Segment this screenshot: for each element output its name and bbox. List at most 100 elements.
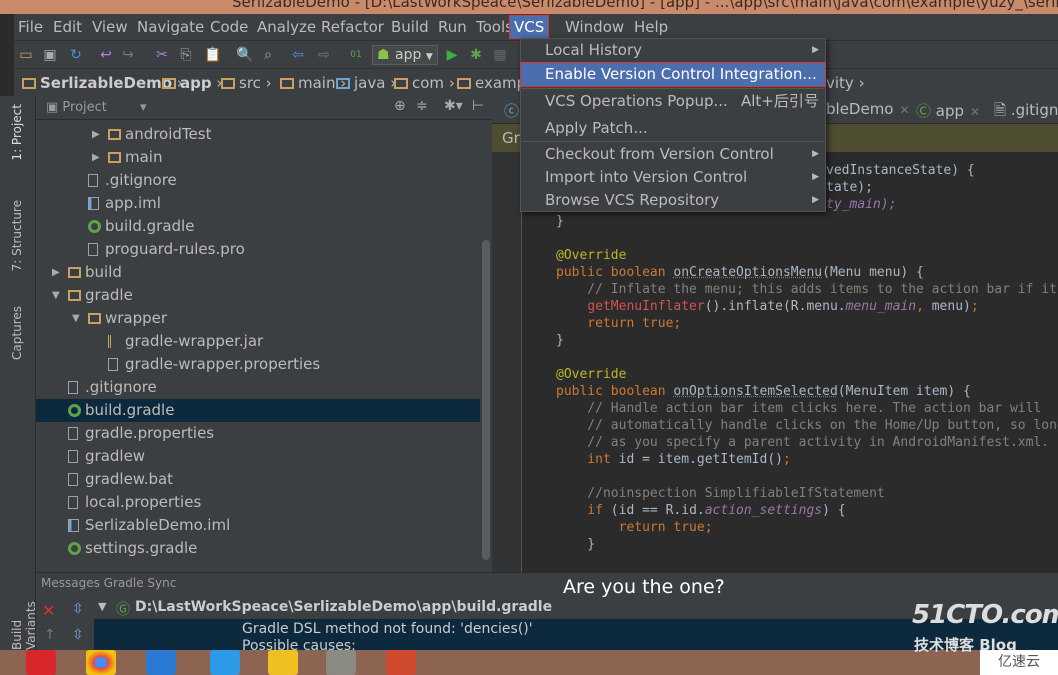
collapse-arrow-icon[interactable]: ▼ <box>52 284 60 307</box>
redo-icon[interactable]: ↪ <box>120 47 136 63</box>
collapse-all-icon[interactable]: ≑ <box>416 98 428 114</box>
expand-arrow-icon[interactable]: ▶ <box>92 146 100 169</box>
tool-tab-structure[interactable]: 7: Structure <box>10 200 24 271</box>
project-view-select[interactable]: ▣ Project ▾ <box>46 100 147 115</box>
tree-item[interactable]: gradle.properties <box>36 422 480 445</box>
menu-item-browse-repository[interactable]: Browse VCS Repository ▶ <box>521 189 825 212</box>
forward-icon[interactable]: ⇨ <box>316 47 332 63</box>
back-icon[interactable]: ⇦ <box>290 47 306 63</box>
tab-app[interactable]: Ⓒ app ✕ <box>916 100 980 121</box>
find-icon[interactable]: 🔍 <box>236 47 253 63</box>
replace-icon[interactable]: ⌕ <box>260 47 276 63</box>
menu-analyze[interactable]: Analyze <box>257 18 316 36</box>
tree-item-label: .gitignore <box>85 378 157 396</box>
menu-item-checkout[interactable]: Checkout from Version Control ▶ <box>521 143 825 166</box>
expand-all-icon[interactable]: ⇳ <box>72 601 84 617</box>
tool-tab-captures[interactable]: Captures <box>10 306 24 360</box>
copy-icon[interactable]: ⎘ <box>178 47 194 63</box>
tree-item[interactable]: build.gradle <box>36 215 480 238</box>
debug-icon[interactable]: ✱ <box>468 47 484 63</box>
expand-arrow-icon[interactable]: ▶ <box>52 261 60 284</box>
code-line: } <box>556 536 1058 553</box>
menu-window[interactable]: Window <box>565 18 624 36</box>
crumb-java[interactable]: java › <box>336 74 396 92</box>
close-icon[interactable]: ✕ <box>42 601 55 620</box>
tree-item[interactable]: proguard-rules.pro <box>36 238 480 261</box>
collapse-arrow-icon[interactable]: ▼ <box>72 307 80 330</box>
tab-gitignore[interactable]: 🗎 .gitign <box>994 100 1058 125</box>
tree-item[interactable]: gradlew <box>36 445 480 468</box>
gear-icon[interactable]: ✱▾ <box>444 98 463 114</box>
tree-item[interactable]: .gitignore <box>36 169 480 192</box>
paste-icon[interactable]: 📋 <box>204 47 221 63</box>
tree-item[interactable]: build.gradle <box>36 399 480 422</box>
undo-icon[interactable]: ↩ <box>98 47 114 63</box>
cut-icon[interactable]: ✂ <box>154 47 170 63</box>
tree-item[interactable]: local.properties <box>36 491 480 514</box>
tree-item[interactable]: SerlizableDemo.iml <box>36 514 480 537</box>
crumb-com[interactable]: com › <box>394 74 455 92</box>
expand-arrow-icon[interactable]: ▶ <box>92 123 100 146</box>
menu-item-vcs-operations-popup[interactable]: VCS Operations Popup... Alt+后引号 <box>521 90 825 113</box>
tree-item[interactable]: ▼ wrapper <box>36 307 480 330</box>
chrome-icon[interactable] <box>86 650 116 675</box>
tree-item[interactable]: ▶ main <box>36 146 480 169</box>
crumb-src[interactable]: src › <box>221 74 272 92</box>
close-icon[interactable]: ✕ <box>970 105 980 119</box>
crumb-activity[interactable]: vity › <box>826 74 865 92</box>
run-icon[interactable]: ▶ <box>444 47 460 63</box>
run-configuration-select[interactable]: ☗ app ▼ <box>372 45 438 65</box>
hide-panel-icon[interactable]: ⊢ <box>472 98 484 114</box>
menu-help[interactable]: Help <box>634 18 668 36</box>
close-icon[interactable]: ✕ <box>900 103 910 117</box>
menu-item-apply-patch[interactable]: Apply Patch... <box>521 117 825 140</box>
menu-edit[interactable]: Edit <box>53 18 82 36</box>
menu-item-local-history[interactable]: Local History ▶ <box>521 39 825 62</box>
build-file-path[interactable]: D:\LastWorkSpeace\SerlizableDemo\app\bui… <box>135 599 552 615</box>
menu-item-enable-vcs-integration[interactable]: Enable Version Control Integration... <box>520 62 826 87</box>
tree-item[interactable]: gradlew.bat <box>36 468 480 491</box>
menu-refactor[interactable]: Refactor <box>321 18 384 36</box>
tree-item[interactable]: settings.gradle <box>36 537 480 560</box>
tree-item[interactable]: app.iml <box>36 192 480 215</box>
menu-build[interactable]: Build <box>391 18 429 36</box>
netease-music-icon[interactable] <box>26 650 56 675</box>
collapse-all-icon[interactable]: ⇳ <box>72 627 84 643</box>
tool-tab-project[interactable]: 1: Project <box>10 104 24 161</box>
tree-item[interactable]: ▼ gradle <box>36 284 480 307</box>
android-studio-icon[interactable] <box>326 650 356 675</box>
tab-serlizabledemo[interactable]: bleDemo ✕ <box>826 100 910 118</box>
sync-icon[interactable]: ↻ <box>68 47 84 63</box>
up-arrow-icon[interactable]: ↑ <box>44 627 56 643</box>
attach-debugger-icon[interactable]: ▦ <box>492 47 508 63</box>
code-area[interactable]: } @Override public boolean onCreateOption… <box>556 162 1058 553</box>
expand-arrow-icon[interactable]: ▼ <box>98 600 106 613</box>
crumb-example[interactable]: examp <box>457 74 526 92</box>
scroll-from-source-icon[interactable]: ⊕ <box>394 98 406 114</box>
eoe-icon[interactable] <box>268 650 298 675</box>
crumb-app[interactable]: app › <box>162 74 222 92</box>
code-token: @Override <box>556 367 627 382</box>
menu-navigate[interactable]: Navigate <box>137 18 204 36</box>
tree-item[interactable]: ▶ androidTest <box>36 123 480 146</box>
menu-vcs[interactable]: VCS <box>508 15 550 39</box>
open-folder-icon[interactable]: ▭ <box>18 47 34 63</box>
project-scrollbar[interactable] <box>482 240 490 560</box>
menu-file[interactable]: File <box>18 18 43 36</box>
baidu-cloud-icon[interactable] <box>210 650 240 675</box>
save-icon[interactable]: ▣ <box>42 47 58 63</box>
menu-code[interactable]: Code <box>210 18 248 36</box>
tree-item[interactable]: gradle-wrapper.jar <box>36 330 480 353</box>
crumb-project[interactable]: SerlizableDemo › <box>22 74 183 92</box>
menu-tools[interactable]: Tools <box>476 18 513 36</box>
menu-item-import[interactable]: Import into Version Control ▶ <box>521 166 825 189</box>
menu-run[interactable]: Run <box>438 18 467 36</box>
tool-tab-build-variants[interactable]: Build Variants <box>10 586 38 650</box>
tree-item[interactable]: .gitignore <box>36 376 480 399</box>
sogou-icon[interactable] <box>146 650 176 675</box>
menu-view[interactable]: View <box>92 18 128 36</box>
tree-item[interactable]: gradle-wrapper.properties <box>36 353 480 376</box>
tree-item[interactable]: ▶ build <box>36 261 480 284</box>
git-icon[interactable] <box>386 650 416 675</box>
make-project-icon[interactable]: 01 <box>348 47 364 63</box>
